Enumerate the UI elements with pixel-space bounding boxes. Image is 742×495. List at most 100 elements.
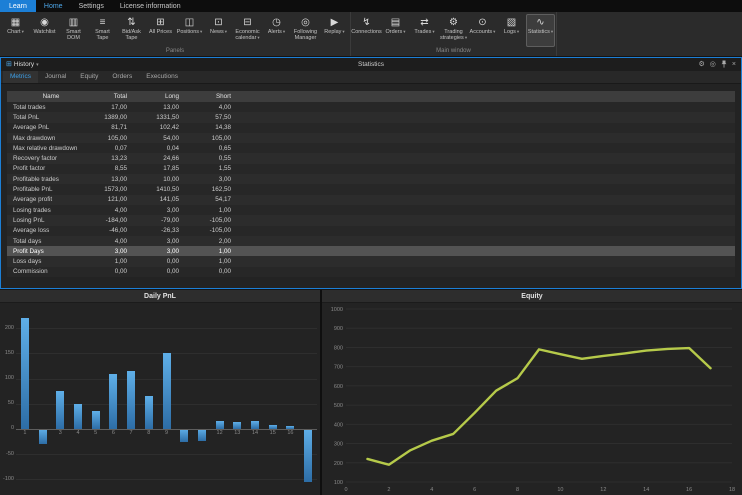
ribbon-button-label: Positions▾ (177, 29, 203, 35)
ribbon-button-positions[interactable]: ◫Positions▾ (175, 14, 204, 47)
x-axis-tick: 13 (231, 431, 243, 437)
table-row[interactable]: Total days4,003,002,00 (7, 236, 735, 246)
ribbon-button-label: Economic calendar▾ (234, 29, 261, 42)
menu-tab-settings[interactable]: Settings (71, 0, 112, 12)
ribbon-button-label: News▾ (210, 29, 227, 35)
metric-value: 14,38 (182, 124, 234, 131)
tab-metrics[interactable]: Metrics (3, 71, 38, 83)
table-row[interactable]: Losing PnL-184,00-79,00-105,00 (7, 215, 735, 225)
equity-svg: 1000900800700600500400300200100024681012… (322, 303, 742, 495)
table-row[interactable]: Average PnL81,71102,4214,38 (7, 123, 735, 133)
metric-value: 1331,50 (130, 114, 182, 121)
ribbon-button-news[interactable]: ⊡News▾ (204, 14, 233, 47)
alerts-icon: ◷ (272, 16, 281, 29)
table-row[interactable]: Profitable PnL1573,001410,50162,50 (7, 184, 735, 194)
ribbon-button-logs[interactable]: ▧Logs▾ (497, 14, 526, 47)
ribbon-button-watchlist[interactable]: ◉Watchlist (30, 14, 59, 47)
metric-value: 1,00 (182, 248, 234, 255)
metric-value: 8,55 (92, 165, 130, 172)
table-row[interactable]: Profitable trades13,0010,003,00 (7, 174, 735, 184)
ribbon-button-smart-dom[interactable]: ▥Smart DOM (59, 14, 88, 47)
column-header-total[interactable]: Total (92, 93, 130, 100)
x-axis-tick: 8 (143, 431, 155, 437)
ribbon-button-orders[interactable]: ▤Orders▾ (381, 14, 410, 47)
ribbon-button-trades[interactable]: ⇄Trades▾ (410, 14, 439, 47)
ribbon-button-label: Following Manager (292, 29, 319, 42)
metric-value: 102,42 (130, 124, 182, 131)
orders-icon: ▤ (391, 16, 400, 29)
ribbon-group-label: Panels (0, 47, 350, 56)
y-axis-tick: 800 (334, 345, 343, 351)
menu-tab-license-information[interactable]: License information (112, 0, 189, 12)
ribbon-button-accounts[interactable]: ⊙Accounts▾ (468, 14, 497, 47)
metric-name: Losing trades (7, 207, 92, 214)
metric-value: -105,00 (182, 217, 234, 224)
history-icon: ⊞ (6, 61, 12, 68)
metric-value: 0,00 (92, 268, 130, 275)
metric-name: Total trades (7, 104, 92, 111)
table-row[interactable]: Loss days1,000,001,00 (7, 256, 735, 266)
column-header-name[interactable]: Name (7, 93, 92, 100)
ribbon-button-trading-strategies[interactable]: ⚙Trading strategies▾ (439, 14, 468, 47)
metric-value: 141,05 (130, 196, 182, 203)
ribbon-button-economic-calendar[interactable]: ⊟Economic calendar▾ (233, 14, 262, 47)
trades-icon: ⇄ (420, 16, 428, 29)
table-row[interactable]: Total trades17,0013,004,00 (7, 102, 735, 112)
table-row[interactable]: Losing trades4,003,001,00 (7, 205, 735, 215)
ribbon-button-bid-ask-tape[interactable]: ⇅Bid/Ask Tape (117, 14, 146, 47)
tab-orders[interactable]: Orders (105, 71, 139, 83)
column-header-short[interactable]: Short (182, 93, 234, 100)
table-row[interactable]: Commission0,000,000,00 (7, 267, 735, 277)
ribbon-button-following-manager[interactable]: ◎Following Manager (291, 14, 320, 47)
table-row[interactable]: Max relative drawdown0,070,040,65 (7, 143, 735, 153)
pnl-bar (145, 396, 153, 429)
menu-tab-home[interactable]: Home (36, 0, 71, 12)
y-axis-tick: 100 (0, 376, 14, 382)
history-dropdown[interactable]: ⊞ History ▾ (6, 61, 39, 68)
tab-journal[interactable]: Journal (38, 71, 73, 83)
table-row[interactable]: Profit Days3,003,001,00 (7, 246, 735, 256)
metric-value: 0,00 (130, 268, 182, 275)
pin-icon[interactable] (721, 60, 727, 70)
tab-equity[interactable]: Equity (73, 71, 105, 83)
metric-value: 1410,50 (130, 186, 182, 193)
ribbon-group-main-window: ↯Connections▤Orders▾⇄Trades▾⚙Trading str… (351, 12, 557, 56)
x-axis-tick: 16 (284, 431, 296, 437)
ribbon-button-alerts[interactable]: ◷Alerts▾ (262, 14, 291, 47)
column-header-long[interactable]: Long (130, 93, 182, 100)
chevron-down-icon: ▾ (432, 29, 434, 34)
table-row[interactable]: Profit factor8,5517,851,55 (7, 164, 735, 174)
gear-icon[interactable]: ⚙ (699, 61, 705, 68)
target-icon[interactable]: ◎ (710, 61, 716, 68)
table-header-row: NameTotalLongShort (7, 91, 735, 102)
x-axis-tick: 1 (19, 431, 31, 437)
learn-button[interactable]: Learn (0, 0, 36, 12)
metric-value: 3,00 (130, 248, 182, 255)
equity-title: Equity (322, 290, 742, 303)
metric-value: -184,00 (92, 217, 130, 224)
ribbon-button-smart-tape[interactable]: ≡Smart Tape (88, 14, 117, 47)
table-row[interactable]: Total PnL1389,001331,5057,50 (7, 112, 735, 122)
pnl-bar (304, 429, 312, 482)
menu-tabs: HomeSettingsLicense information (36, 0, 189, 12)
gridline (16, 328, 317, 329)
ribbon-button-replay[interactable]: ▶Replay▾ (320, 14, 349, 47)
metric-value: 0,07 (92, 145, 130, 152)
metric-value: 3,00 (130, 207, 182, 214)
y-axis-tick: 200 (334, 461, 343, 467)
ribbon-button-connections[interactable]: ↯Connections (352, 14, 381, 47)
table-row[interactable]: Recovery factor13,2324,660,55 (7, 153, 735, 163)
table-row[interactable]: Max drawdown105,0054,00105,00 (7, 133, 735, 143)
chevron-down-icon: ▾ (403, 29, 405, 34)
table-row[interactable]: Average loss-46,00-26,33-105,00 (7, 226, 735, 236)
ribbon: ▦Chart▾◉Watchlist▥Smart DOM≡Smart Tape⇅B… (0, 12, 742, 57)
tab-executions[interactable]: Executions (139, 71, 185, 83)
table-row[interactable]: Average profit121,00141,0554,17 (7, 195, 735, 205)
close-icon[interactable]: × (732, 61, 736, 68)
metric-value: 3,00 (182, 176, 234, 183)
ribbon-button-chart[interactable]: ▦Chart▾ (1, 14, 30, 47)
ribbon-button-all-prices[interactable]: ⊞All Prices (146, 14, 175, 47)
ribbon-button-statistics[interactable]: ∿Statistics▾ (526, 14, 555, 47)
chevron-down-icon: ▾ (493, 29, 495, 34)
y-axis-tick: 200 (0, 326, 14, 332)
